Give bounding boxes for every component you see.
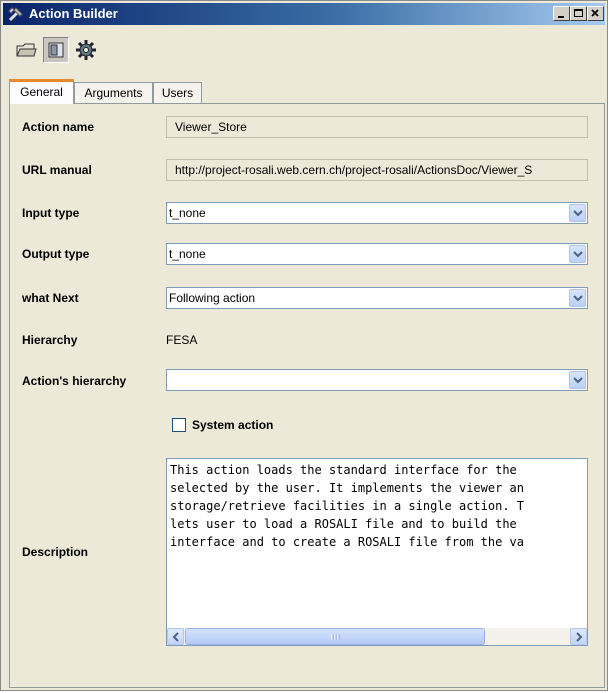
output-type-select[interactable]: t_none bbox=[166, 243, 588, 265]
system-action-label[interactable]: System action bbox=[192, 417, 273, 433]
gear-icon bbox=[76, 40, 96, 60]
tab-users[interactable]: Users bbox=[153, 82, 202, 104]
what-next-dropdown-button[interactable] bbox=[569, 289, 586, 307]
output-type-dropdown-button[interactable] bbox=[569, 245, 586, 263]
input-type-dropdown-button[interactable] bbox=[569, 204, 586, 222]
input-type-select[interactable]: t_none bbox=[166, 202, 588, 224]
input-type-label: Input type bbox=[22, 206, 80, 220]
chevron-left-icon bbox=[172, 632, 179, 642]
action-hierarchy-label: Action's hierarchy bbox=[22, 374, 127, 388]
window-button[interactable] bbox=[43, 37, 69, 63]
chevron-down-icon bbox=[573, 251, 583, 258]
tab-general[interactable]: General bbox=[9, 79, 74, 104]
action-name-field[interactable]: Viewer_Store bbox=[166, 116, 588, 138]
minimize-icon bbox=[558, 16, 564, 18]
what-next-select[interactable]: Following action bbox=[166, 287, 588, 309]
settings-button[interactable] bbox=[73, 37, 99, 63]
action-hierarchy-dropdown-button[interactable] bbox=[569, 371, 586, 389]
action-hierarchy-select[interactable] bbox=[166, 369, 588, 391]
title-bar[interactable]: Action Builder bbox=[3, 3, 605, 25]
window-icon bbox=[48, 42, 64, 58]
description-label: Description bbox=[22, 545, 89, 559]
open-button[interactable] bbox=[13, 37, 39, 63]
minimize-button[interactable] bbox=[553, 6, 570, 21]
close-icon bbox=[591, 9, 599, 17]
toolbar bbox=[3, 27, 605, 77]
action-builder-window: Action Builder General Arguments Users A… bbox=[0, 0, 608, 691]
chevron-right-icon bbox=[576, 632, 583, 642]
chevron-down-icon bbox=[573, 295, 583, 302]
output-type-value: t_none bbox=[169, 247, 206, 261]
close-button[interactable] bbox=[587, 6, 604, 21]
description-text[interactable]: This action loads the standard interface… bbox=[170, 461, 587, 625]
maximize-icon bbox=[574, 9, 583, 17]
input-type-value: t_none bbox=[169, 206, 206, 220]
scroll-thumb[interactable] bbox=[185, 628, 485, 645]
what-next-value: Following action bbox=[169, 291, 256, 305]
description-textarea[interactable]: This action loads the standard interface… bbox=[166, 458, 588, 646]
output-type-label: Output type bbox=[22, 247, 90, 261]
tools-icon bbox=[8, 7, 23, 22]
window-title: Action Builder bbox=[29, 6, 118, 21]
what-next-label: what Next bbox=[22, 291, 79, 305]
tab-arguments[interactable]: Arguments bbox=[74, 82, 153, 104]
hierarchy-label: Hierarchy bbox=[22, 333, 78, 347]
url-manual-field[interactable]: http://project-rosali.web.cern.ch/projec… bbox=[166, 159, 588, 181]
action-name-label: Action name bbox=[22, 120, 95, 134]
maximize-button[interactable] bbox=[570, 6, 587, 21]
url-manual-label: URL manual bbox=[22, 163, 92, 177]
hierarchy-value: FESA bbox=[166, 333, 198, 347]
open-folder-icon bbox=[16, 43, 37, 57]
scroll-right-button[interactable] bbox=[570, 628, 587, 645]
horizontal-scrollbar[interactable] bbox=[167, 628, 587, 645]
general-panel: Action name Viewer_Store URL manual http… bbox=[9, 103, 605, 688]
chevron-down-icon bbox=[573, 377, 583, 384]
chevron-down-icon bbox=[573, 210, 583, 217]
grip-icon bbox=[331, 634, 340, 640]
tab-strip: General Arguments Users bbox=[9, 79, 605, 104]
scroll-left-button[interactable] bbox=[167, 628, 184, 645]
system-action-checkbox[interactable] bbox=[172, 418, 186, 432]
